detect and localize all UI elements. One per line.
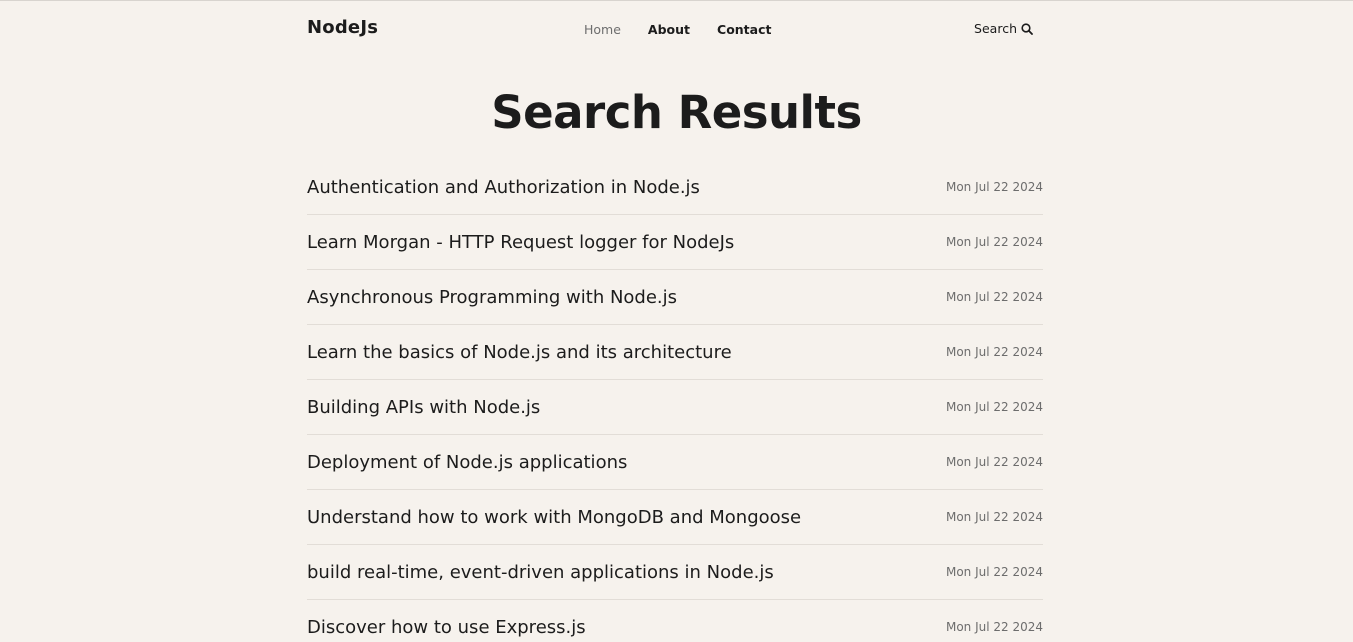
result-title-link[interactable]: Learn Morgan - HTTP Request logger for N… [307, 232, 734, 253]
list-item: build real-time, event-driven applicatio… [307, 545, 1043, 600]
list-item: Discover how to use Express.js Mon Jul 2… [307, 600, 1043, 642]
search-icon [1021, 22, 1033, 35]
list-item: Deployment of Node.js applications Mon J… [307, 435, 1043, 490]
list-item: Understand how to work with MongoDB and … [307, 490, 1043, 545]
list-item: Building APIs with Node.js Mon Jul 22 20… [307, 380, 1043, 435]
search-label: Search [974, 21, 1017, 36]
result-title-link[interactable]: Deployment of Node.js applications [307, 452, 627, 473]
search-results-list: Authentication and Authorization in Node… [307, 160, 1043, 642]
site-logo[interactable]: NodeJs [307, 17, 378, 38]
result-title-link[interactable]: Building APIs with Node.js [307, 397, 540, 418]
result-date: Mon Jul 22 2024 [945, 345, 1043, 359]
search-button[interactable]: Search [974, 21, 1033, 36]
result-title-link[interactable]: Asynchronous Programming with Node.js [307, 287, 677, 308]
result-title-link[interactable]: Authentication and Authorization in Node… [307, 177, 700, 198]
result-title-link[interactable]: build real-time, event-driven applicatio… [307, 562, 774, 583]
list-item: Authentication and Authorization in Node… [307, 160, 1043, 215]
result-title-link[interactable]: Discover how to use Express.js [307, 617, 586, 638]
result-date: Mon Jul 22 2024 [945, 510, 1043, 524]
list-item: Learn Morgan - HTTP Request logger for N… [307, 215, 1043, 270]
result-date: Mon Jul 22 2024 [945, 455, 1043, 469]
nav-home[interactable]: Home [584, 22, 621, 37]
result-date: Mon Jul 22 2024 [945, 620, 1043, 634]
page-title: Search Results [491, 86, 862, 139]
result-title-link[interactable]: Learn the basics of Node.js and its arch… [307, 342, 732, 363]
main-nav: Home About Contact [584, 22, 798, 37]
result-date: Mon Jul 22 2024 [945, 235, 1043, 249]
result-date: Mon Jul 22 2024 [945, 565, 1043, 579]
result-date: Mon Jul 22 2024 [945, 180, 1043, 194]
list-item: Learn the basics of Node.js and its arch… [307, 325, 1043, 380]
result-date: Mon Jul 22 2024 [945, 290, 1043, 304]
result-title-link[interactable]: Understand how to work with MongoDB and … [307, 507, 801, 528]
result-date: Mon Jul 22 2024 [945, 400, 1043, 414]
site-header: NodeJs Home About Contact Search [307, 0, 1033, 58]
list-item: Asynchronous Programming with Node.js Mo… [307, 270, 1043, 325]
nav-about[interactable]: About [648, 22, 690, 37]
nav-contact[interactable]: Contact [717, 22, 771, 37]
